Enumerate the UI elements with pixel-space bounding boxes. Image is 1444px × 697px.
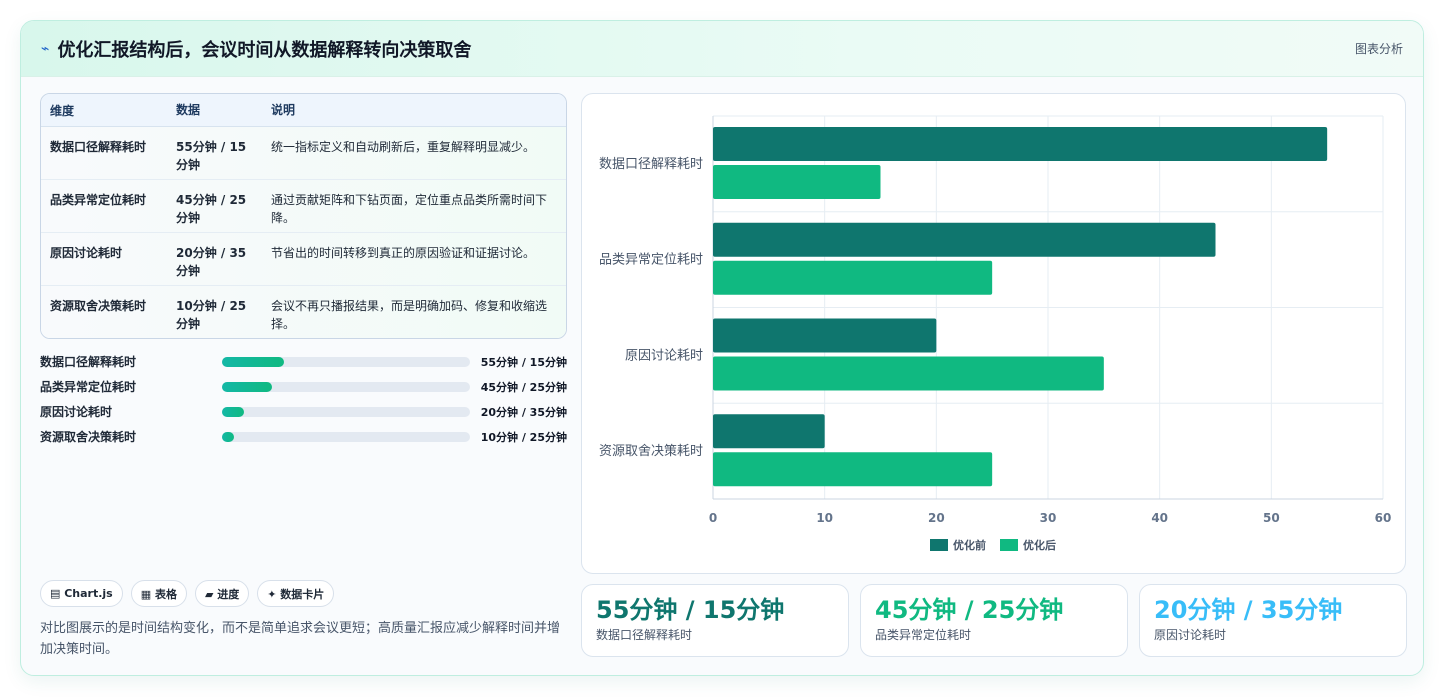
x-tick-label: 20 (928, 511, 945, 525)
row-description: 节省出的时间转移到真正的原因验证和证据讨论。 (271, 246, 536, 260)
stat-value: 20分钟 / 35分钟 (1154, 596, 1343, 624)
stat-label: 品类异常定位耗时 (875, 628, 972, 642)
progress-value: 20分钟 / 35分钟 (480, 405, 567, 419)
progress-label: 资源取舍决策耗时 (40, 430, 137, 444)
table-row: 资源取舍决策耗时 10分钟 / 25分钟 会议不再只播报结果，而是明确加码、修复… (41, 286, 566, 338)
bar-chart: 0 10 20 30 40 50 60 数据口径解释耗时品类异常定位耗时原因讨论耗时资源取舍决… (599, 115, 1392, 552)
table-row: 数据口径解释耗时 55分钟 / 15分钟 统一指标定义和自动刷新后，重复解释明显… (41, 127, 566, 180)
x-tick-label: 10 (816, 511, 833, 525)
x-tick-label: 30 (1040, 511, 1057, 525)
bar-before (713, 318, 937, 353)
progress-list: 数据口径解释耗时 55分钟 / 15分钟 品类异常定位耗时 45分钟 / 25分… (40, 349, 567, 449)
progress-value: 45分钟 / 25分钟 (480, 380, 567, 394)
row-description: 会议不再只播报结果，而是明确加码、修复和收缩选择。 (271, 299, 548, 331)
x-tick-label: 40 (1151, 511, 1168, 525)
row-data: 55分钟 / 15分钟 (176, 140, 247, 172)
header: ⌁ 优化汇报结构后，会议时间从数据解释转向决策取舍 图表分析 (21, 21, 1423, 77)
legend-swatch (1000, 539, 1018, 551)
progress-fill (222, 431, 235, 442)
table-row: 品类异常定位耗时 45分钟 / 25分钟 通过贡献矩阵和下钻页面，定位重点品类所… (41, 180, 566, 233)
x-tick-label: 60 (1375, 511, 1392, 525)
progress-row: 原因讨论耗时 20分钟 / 35分钟 (40, 399, 567, 424)
legend-label: 优化前 (953, 538, 986, 552)
progress-track (222, 431, 470, 442)
progress-label: 品类异常定位耗时 (40, 380, 137, 394)
row-description: 统一指标定义和自动刷新后，重复解释明显减少。 (271, 140, 536, 154)
chip-table[interactable]: ▦ 表格 (130, 580, 187, 607)
y-tick-label: 数据口径解释耗时 (599, 157, 703, 172)
progress-value: 55分钟 / 15分钟 (480, 355, 567, 369)
progress-track (222, 381, 470, 392)
bar-after (713, 452, 993, 487)
bar-after (713, 260, 993, 295)
table-row: 原因讨论耗时 20分钟 / 35分钟 节省出的时间转移到真正的原因验证和证据讨论… (41, 233, 566, 286)
bar-after (713, 356, 1104, 391)
stat-cards: 55分钟 / 15分钟 数据口径解释耗时 45分钟 / 25分钟 品类异常定位耗… (581, 584, 1407, 657)
legend-swatch (930, 539, 948, 551)
x-tick-label: 0 (709, 511, 717, 525)
stat-card: 45分钟 / 25分钟 品类异常定位耗时 (860, 584, 1128, 657)
bar-before (713, 414, 825, 449)
header-data: 数据 (176, 103, 201, 117)
stat-value: 45分钟 / 25分钟 (875, 596, 1064, 624)
header-description: 说明 (271, 103, 296, 117)
header-dimension: 维度 (50, 103, 75, 118)
chart-analysis-link[interactable]: 图表分析 (1355, 40, 1403, 57)
row-dimension: 数据口径解释耗时 (50, 140, 147, 154)
y-tick-label: 品类异常定位耗时 (599, 253, 703, 268)
progress-row: 数据口径解释耗时 55分钟 / 15分钟 (40, 349, 567, 374)
row-data: 20分钟 / 35分钟 (176, 246, 247, 278)
stat-label: 数据口径解释耗时 (596, 628, 693, 642)
bar-before (713, 127, 1328, 161)
y-tick-label: 原因讨论耗时 (625, 348, 703, 363)
progress-fill (222, 356, 284, 367)
legend-label: 优化后 (1023, 538, 1056, 552)
chip-data-cards[interactable]: ✦ 数据卡片 (257, 580, 335, 607)
progress-track (222, 406, 470, 417)
bar-after (713, 165, 881, 199)
progress-track (222, 356, 470, 367)
pulse-icon: ⌁ (41, 40, 50, 57)
footnote: 对比图展示的是时间结构变化，而不是简单追求会议更短；高质量汇报应减少解释时间并增… (40, 621, 561, 657)
chip-chartjs[interactable]: ▤ Chart.js (40, 580, 123, 607)
row-dimension: 资源取舍决策耗时 (50, 299, 147, 313)
progress-label: 数据口径解释耗时 (40, 355, 137, 369)
x-tick-label: 50 (1263, 511, 1280, 525)
stat-card: 55分钟 / 15分钟 数据口径解释耗时 (581, 584, 849, 657)
bar-before (713, 222, 1216, 257)
progress-fill (222, 406, 245, 417)
stat-label: 原因讨论耗时 (1154, 628, 1227, 642)
progress-row: 品类异常定位耗时 45分钟 / 25分钟 (40, 374, 567, 399)
stat-value: 55分钟 / 15分钟 (596, 596, 785, 624)
row-data: 45分钟 / 25分钟 (176, 193, 247, 225)
progress-label: 原因讨论耗时 (40, 405, 113, 419)
progress-fill (222, 381, 272, 392)
chip-bar: ▤ Chart.js ▦ 表格 ▰ 进度 ✦ 数据卡片 (40, 580, 335, 607)
progress-row: 资源取舍决策耗时 10分钟 / 25分钟 (40, 424, 567, 449)
comparison-table: 维度 数据 说明 数据口径解释耗时 55分钟 / 15分钟 统一指标定义和自动刷… (40, 93, 567, 339)
table-header: 维度 数据 说明 (41, 94, 566, 127)
row-dimension: 原因讨论耗时 (50, 246, 123, 260)
chart-panel: 0 10 20 30 40 50 60 数据口径解释耗时 品类异常定位耗时原因讨论耗时资源取舍决… (581, 93, 1406, 574)
row-data: 10分钟 / 25分钟 (176, 299, 247, 331)
chip-progress[interactable]: ▰ 进度 (194, 580, 250, 607)
progress-value: 10分钟 / 25分钟 (480, 430, 567, 444)
row-description: 通过贡献矩阵和下钻页面，定位重点品类所需时间下降。 (271, 193, 548, 225)
page-title: 优化汇报结构后，会议时间从数据解释转向决策取舍 (57, 39, 472, 61)
y-tick-label: 资源取舍决策耗时 (599, 443, 703, 459)
row-dimension: 品类异常定位耗时 (50, 193, 147, 207)
report-card: ⌁ 优化汇报结构后，会议时间从数据解释转向决策取舍 图表分析 维度 数据 说明 … (20, 20, 1424, 676)
stat-card: 20分钟 / 35分钟 原因讨论耗时 (1139, 584, 1407, 657)
